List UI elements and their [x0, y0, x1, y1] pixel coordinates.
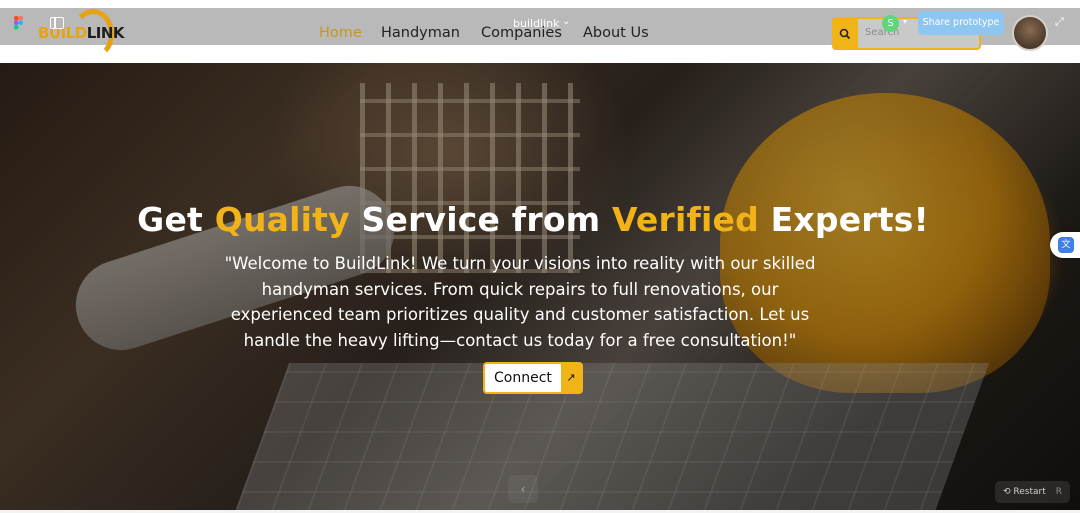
figma-logo-icon[interactable]	[14, 16, 23, 30]
search-icon	[839, 28, 851, 40]
nav-handyman[interactable]: Handyman	[381, 25, 460, 41]
fullscreen-icon[interactable]: ⤢	[1055, 15, 1064, 29]
previous-slide-button[interactable]: ‹	[508, 475, 538, 503]
headline-highlight-quality: Quality	[214, 200, 350, 239]
search-button[interactable]	[832, 17, 858, 50]
connect-button[interactable]: Connect ↗	[483, 362, 583, 394]
hero-description: "Welcome to BuildLink! We turn your visi…	[224, 254, 816, 350]
connect-button-label: Connect	[494, 370, 552, 386]
chevron-down-icon[interactable]: ⌄	[562, 16, 570, 27]
nav-home[interactable]: Home	[319, 25, 362, 41]
headline-highlight-verified: Verified	[611, 200, 759, 239]
restart-shortcut: R	[1055, 487, 1062, 497]
nav-about-us[interactable]: About Us	[583, 25, 649, 41]
user-avatar[interactable]	[1012, 15, 1048, 51]
sidebar-toggle-icon[interactable]	[50, 17, 64, 29]
headline-text-1: Get	[137, 200, 215, 239]
restart-label: Restart	[1013, 487, 1046, 497]
arrow-up-right-icon: ↗	[561, 364, 581, 392]
restart-button[interactable]: ⟲ Restart R	[995, 481, 1070, 503]
hero-headline: Get Quality Service from Verified Expert…	[0, 200, 1066, 239]
headline-text-3: Experts!	[758, 200, 929, 239]
restart-icon: ⟲	[1003, 487, 1011, 497]
translate-icon: 文	[1058, 237, 1074, 253]
logo-part-2: LINK	[86, 24, 125, 42]
chevron-left-icon: ‹	[520, 482, 526, 496]
prototype-file-name[interactable]: buildlink	[513, 17, 560, 30]
collaborator-avatar[interactable]: S	[882, 15, 899, 32]
share-prototype-button[interactable]: Share prototype	[918, 11, 1004, 35]
headline-text-2: Service from	[349, 200, 612, 239]
chevron-down-icon[interactable]: ▾	[903, 17, 907, 26]
